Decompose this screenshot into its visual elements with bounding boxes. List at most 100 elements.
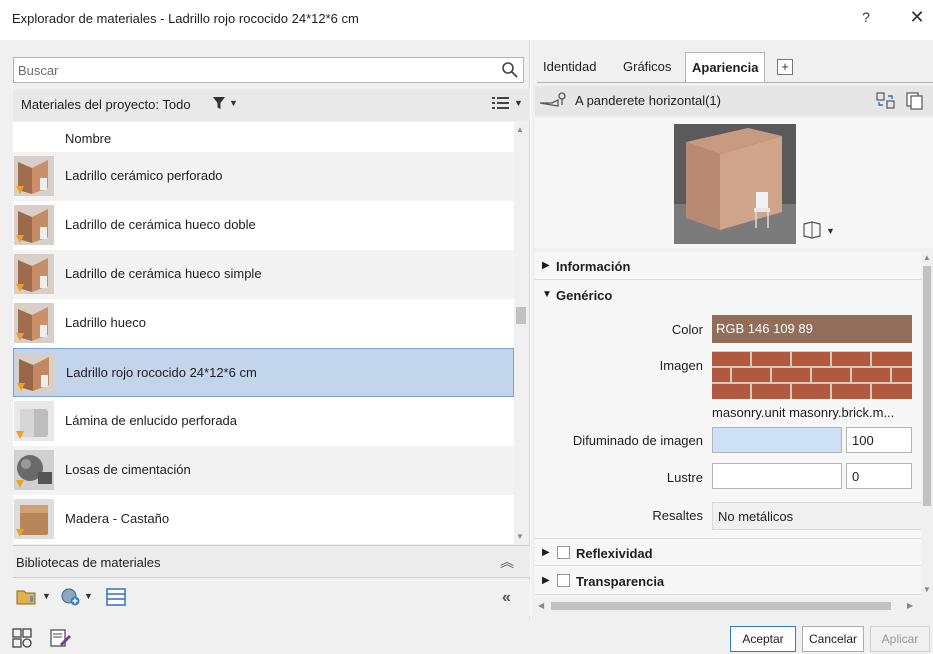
properties-hscrollbar[interactable]: ◀ ▶ bbox=[535, 598, 921, 614]
apply-button[interactable]: Aplicar bbox=[870, 626, 930, 652]
material-name: Lámina de enlucido perforada bbox=[65, 413, 238, 428]
color-field[interactable]: RGB 146 109 89 bbox=[712, 315, 912, 343]
list-item[interactable]: Madera - Castaño bbox=[13, 495, 514, 544]
brick-texture-image[interactable] bbox=[712, 351, 912, 399]
globe-add-icon[interactable] bbox=[60, 587, 82, 607]
preview-shape-icon[interactable] bbox=[802, 220, 824, 240]
section-label: Transparencia bbox=[576, 574, 665, 589]
list-item[interactable]: Ladrillo cerámico perforado bbox=[13, 152, 514, 201]
search-icon[interactable] bbox=[501, 61, 519, 79]
replace-asset-icon[interactable] bbox=[876, 92, 896, 110]
color-label: Color bbox=[671, 322, 703, 337]
list-header: Nombre bbox=[13, 122, 514, 152]
section-transparencia[interactable]: ▶ Transparencia bbox=[535, 567, 921, 595]
material-name: Ladrillo hueco bbox=[65, 315, 146, 330]
gloss-slider[interactable] bbox=[712, 463, 842, 489]
folder-dropdown-icon[interactable]: ▼ bbox=[42, 591, 51, 601]
properties-vscrollbar[interactable]: ▲ ▼ bbox=[921, 252, 933, 597]
section-label: Información bbox=[556, 259, 631, 274]
material-grid-icon[interactable] bbox=[12, 628, 34, 648]
search-box[interactable] bbox=[13, 57, 524, 83]
list-view-dropdown-icon[interactable]: ▼ bbox=[514, 98, 523, 108]
window-title: Explorador de materiales - Ladrillo rojo… bbox=[12, 11, 359, 26]
tab-apariencia[interactable]: Apariencia bbox=[685, 52, 766, 82]
section-label: Genérico bbox=[556, 288, 613, 303]
image-filename: masonry.unit masonry.brick.m... bbox=[712, 405, 895, 420]
wood-thumb-icon bbox=[14, 499, 54, 539]
scroll-thumb[interactable] bbox=[551, 602, 891, 610]
list-item[interactable]: Ladrillo de cerámica hueco doble bbox=[13, 201, 514, 250]
brick-thumb-icon bbox=[15, 353, 55, 393]
collapse-down-icon[interactable]: ▼ bbox=[542, 289, 552, 300]
gloss-value[interactable]: 0 bbox=[846, 463, 912, 489]
add-tab-button[interactable]: + bbox=[777, 59, 793, 75]
section-generico[interactable]: ▼ Genérico bbox=[535, 281, 921, 309]
libraries-label: Bibliotecas de materiales bbox=[16, 555, 161, 570]
reflexividad-checkbox[interactable] bbox=[557, 546, 570, 559]
list-view-icon[interactable] bbox=[491, 95, 511, 111]
list-item[interactable]: Losas de cimentación bbox=[13, 446, 514, 495]
duplicate-asset-icon[interactable] bbox=[905, 91, 925, 111]
scroll-down-icon[interactable]: ▼ bbox=[516, 532, 524, 541]
plaster-thumb-icon bbox=[14, 401, 54, 441]
list-item[interactable]: Ladrillo de cerámica hueco simple bbox=[13, 250, 514, 299]
material-name: Ladrillo cerámico perforado bbox=[65, 168, 223, 183]
scroll-right-icon[interactable]: ▶ bbox=[907, 601, 913, 610]
expand-right-icon[interactable]: ▶ bbox=[542, 260, 550, 271]
materials-scrollbar[interactable]: ▲ ▼ bbox=[514, 122, 528, 544]
materials-list: Nombre Ladrillo cerámico perforado Ladri… bbox=[13, 122, 514, 544]
scroll-thumb[interactable] bbox=[923, 266, 931, 506]
material-name: Ladrillo rojo rococido 24*12*6 cm bbox=[66, 365, 257, 380]
filter-dropdown-icon[interactable]: ▼ bbox=[229, 98, 238, 108]
tab-divider bbox=[537, 82, 933, 83]
globe-dropdown-icon[interactable]: ▼ bbox=[84, 591, 93, 601]
material-preview-image bbox=[674, 124, 796, 244]
panel-toggle-icon[interactable] bbox=[106, 588, 126, 606]
material-name: Ladrillo de cerámica hueco doble bbox=[65, 217, 256, 232]
folder-icon[interactable] bbox=[16, 587, 40, 607]
image-label: Imagen bbox=[659, 358, 703, 373]
highlights-label: Resaltes bbox=[652, 508, 703, 523]
accept-button[interactable]: Aceptar bbox=[730, 626, 796, 652]
tab-graficos[interactable]: Gráficos bbox=[617, 52, 677, 82]
collapse-left-icon[interactable]: « bbox=[502, 589, 511, 607]
material-name: Madera - Castaño bbox=[65, 511, 170, 526]
tab-identidad[interactable]: Identidad bbox=[537, 52, 603, 82]
help-button[interactable]: ? bbox=[856, 9, 876, 29]
properties-panel: ▶ Información ▼ Genérico Color RGB 146 1… bbox=[535, 252, 921, 597]
image-fade-value[interactable]: 100 bbox=[846, 427, 912, 453]
transparencia-checkbox[interactable] bbox=[557, 574, 570, 587]
brick-thumb-icon bbox=[14, 156, 54, 196]
edit-material-icon[interactable] bbox=[50, 628, 72, 648]
scroll-thumb[interactable] bbox=[516, 307, 526, 324]
list-item[interactable]: Lámina de enlucido perforada bbox=[13, 397, 514, 446]
filter-icon[interactable] bbox=[212, 95, 226, 111]
scroll-down-icon[interactable]: ▼ bbox=[923, 585, 931, 594]
material-name: Ladrillo de cerámica hueco simple bbox=[65, 266, 262, 281]
expand-right-icon[interactable]: ▶ bbox=[542, 575, 550, 586]
concrete-thumb-icon bbox=[14, 450, 54, 490]
image-fade-label: Difuminado de imagen bbox=[572, 433, 703, 448]
material-name: Losas de cimentación bbox=[65, 462, 191, 477]
scroll-up-icon[interactable]: ▲ bbox=[516, 125, 524, 134]
asset-hand-icon[interactable] bbox=[538, 91, 572, 109]
brick-thumb-icon bbox=[14, 205, 54, 245]
brick-thumb-icon bbox=[14, 254, 54, 294]
list-item-selected[interactable]: Ladrillo rojo rococido 24*12*6 cm bbox=[13, 348, 514, 397]
image-fade-slider[interactable] bbox=[712, 427, 842, 453]
preview-dropdown-icon[interactable]: ▼ bbox=[826, 226, 835, 236]
expand-right-icon[interactable]: ▶ bbox=[542, 547, 550, 558]
highlights-select[interactable]: No metálicos bbox=[712, 502, 921, 530]
list-item[interactable]: Ladrillo hueco bbox=[13, 299, 514, 348]
column-header-name[interactable]: Nombre bbox=[65, 131, 111, 146]
expand-up-icon[interactable]: ︽ bbox=[500, 552, 514, 572]
scroll-up-icon[interactable]: ▲ bbox=[923, 253, 931, 262]
search-input[interactable] bbox=[18, 61, 488, 79]
cancel-button[interactable]: Cancelar bbox=[802, 626, 864, 652]
scroll-left-icon[interactable]: ◀ bbox=[538, 601, 544, 610]
section-label: Reflexividad bbox=[576, 546, 653, 561]
section-reflexividad[interactable]: ▶ Reflexividad bbox=[535, 538, 921, 566]
section-informacion[interactable]: ▶ Información bbox=[535, 252, 921, 280]
project-materials-label: Materiales del proyecto: Todo bbox=[21, 97, 191, 112]
close-button[interactable]: ✕ bbox=[906, 7, 928, 29]
